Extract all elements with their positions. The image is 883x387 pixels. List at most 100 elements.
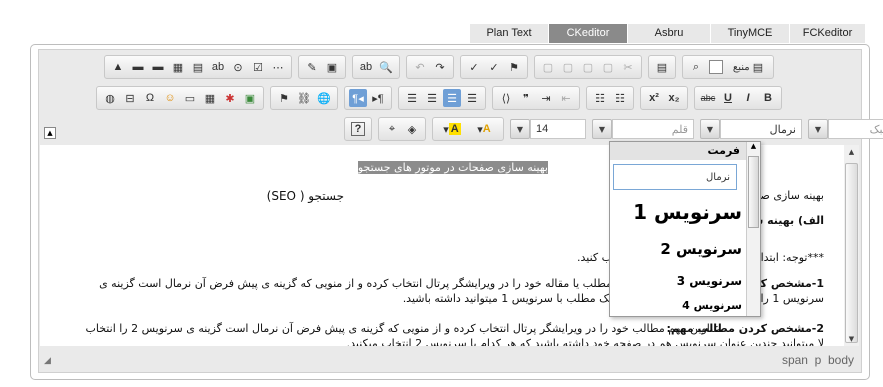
hidden-field-icon[interactable]: ⋯ <box>269 58 287 76</box>
image-icon[interactable]: ▲ <box>109 58 127 76</box>
horizontal-rule-icon[interactable]: ▬ <box>149 58 167 76</box>
show-blocks-icon[interactable]: ⌖ <box>383 120 401 138</box>
paste-word-icon[interactable]: ▢ <box>539 58 557 76</box>
toolbar-group-find: ab 🔍 <box>352 55 400 79</box>
image-insert-icon[interactable]: ▣ <box>241 89 259 107</box>
chevron-down-icon[interactable]: ▼ <box>700 119 720 139</box>
special-char-icon[interactable]: Ω <box>141 89 159 107</box>
table-icon[interactable]: ▦ <box>169 58 187 76</box>
help-label: ? <box>350 122 366 136</box>
font-size-combo[interactable]: ▼ 14 <box>510 119 586 139</box>
panel-scroll-thumb[interactable] <box>748 156 759 228</box>
copy-icon[interactable]: ▢ <box>599 58 617 76</box>
align-center-icon[interactable]: ☰ <box>443 89 461 107</box>
flash-insert-icon[interactable]: ✱ <box>221 89 239 107</box>
align-right-icon[interactable]: ☰ <box>423 89 441 107</box>
text-color-button[interactable]: ▾ A <box>437 120 467 138</box>
link-icon[interactable]: 🌐 <box>315 89 333 107</box>
toolbar-group-script: x² x₂ <box>640 86 688 110</box>
format-option-h4[interactable]: سرنویس 4 <box>682 299 742 312</box>
new-page-icon[interactable] <box>707 58 725 76</box>
tab-fckeditor[interactable]: FCKeditor <box>790 24 866 43</box>
bg-color-button[interactable]: ▾ A <box>469 120 499 138</box>
tab-ckeditor[interactable]: CKeditor <box>549 24 628 43</box>
panel-scroll-up-icon[interactable]: ▲ <box>747 142 760 150</box>
chevron-down-icon[interactable]: ▼ <box>808 119 828 139</box>
subscript-button[interactable]: x₂ <box>665 89 683 107</box>
source-button[interactable]: منبع ▤ <box>727 58 769 76</box>
unlink-icon[interactable]: ⛓ <box>295 89 313 107</box>
ltr-icon[interactable]: ▸¶ <box>369 89 387 107</box>
toolbar-group-blocks: ⟨⟩ ❞ ⇥ ⇤ <box>492 86 580 110</box>
italic-button[interactable]: I <box>739 89 757 107</box>
scayt-icon[interactable]: ⚑ <box>505 58 523 76</box>
templates-icon[interactable]: ▤ <box>653 58 671 76</box>
flash-icon[interactable]: ▬ <box>129 58 147 76</box>
tab-plan-text[interactable]: Plan Text <box>470 24 549 43</box>
align-justify-icon[interactable]: ☰ <box>403 89 421 107</box>
format-option-h3[interactable]: سرنویس 3 <box>677 274 742 288</box>
paste-text-icon[interactable]: ▢ <box>559 58 577 76</box>
iframe-icon[interactable]: ◍ <box>101 89 119 107</box>
table-insert-icon[interactable]: ▦ <box>201 89 219 107</box>
numbered-list-icon[interactable]: ☷ <box>611 89 629 107</box>
select-all-icon[interactable]: ▣ <box>323 58 341 76</box>
resize-grip-icon[interactable]: ◢ <box>44 355 51 366</box>
outdent-icon[interactable]: ⇤ <box>557 89 575 107</box>
radio-icon[interactable]: ⊙ <box>229 58 247 76</box>
spellcheck-as-you-type-icon[interactable]: ✓ <box>485 58 503 76</box>
toolbar-collapse-button[interactable]: ▲ <box>44 127 56 139</box>
selected-heading: بهینه سازی صفحات در موتور های جستجو <box>357 161 548 174</box>
form-icon[interactable]: ▤ <box>189 58 207 76</box>
redo-icon[interactable]: ↷ <box>431 58 449 76</box>
div-icon[interactable]: ⟨⟩ <box>497 89 515 107</box>
tab-asbru[interactable]: Asbru <box>628 24 711 43</box>
anchor-icon[interactable]: ⚑ <box>275 89 293 107</box>
pagebreak-icon[interactable]: ⊟ <box>121 89 139 107</box>
find-icon[interactable]: 🔍 <box>377 58 395 76</box>
blockquote-icon[interactable]: ❞ <box>517 89 535 107</box>
toolbar-group-style: abc U I B <box>694 86 782 110</box>
element-path[interactable]: span p body <box>782 353 854 367</box>
paste-icon[interactable]: ▢ <box>579 58 597 76</box>
spellcheck-icon[interactable]: ✓ <box>465 58 483 76</box>
indent-icon[interactable]: ⇥ <box>537 89 555 107</box>
bulleted-list-icon[interactable]: ☷ <box>591 89 609 107</box>
rtl-icon[interactable]: ¶◂ <box>349 89 367 107</box>
font-combo[interactable]: ▼ قلم <box>592 119 694 139</box>
editor-scrollbar[interactable]: ▲ ▼ <box>844 145 859 346</box>
style-combo[interactable]: ▼ سبک <box>808 119 883 139</box>
scroll-thumb[interactable] <box>845 163 858 343</box>
toolbar-group-view: ⌖ ◈ <box>378 117 426 141</box>
toolbar-group-history: ↶ ↷ <box>406 55 454 79</box>
align-left-icon[interactable]: ☰ <box>463 89 481 107</box>
toolbar-group-help: ? <box>344 117 372 141</box>
smiley-icon[interactable]: ☺ <box>161 89 179 107</box>
checkbox-icon[interactable]: ☑ <box>249 58 267 76</box>
underline-button[interactable]: U <box>719 89 737 107</box>
scroll-up-icon[interactable]: ▲ <box>844 145 859 159</box>
superscript-button[interactable]: x² <box>645 89 663 107</box>
undo-icon[interactable]: ↶ <box>411 58 429 76</box>
style-placeholder: سبک <box>828 119 883 139</box>
format-combo[interactable]: ▼ نرمال <box>700 119 802 139</box>
chevron-down-icon[interactable]: ▼ <box>510 119 530 139</box>
scroll-down-icon[interactable]: ▼ <box>844 332 859 346</box>
hr-icon[interactable]: ▭ <box>181 89 199 107</box>
format-option-h2[interactable]: سرنویس 2 <box>660 240 742 258</box>
format-option-normal[interactable]: نرمال <box>613 164 737 190</box>
textfield-icon[interactable]: ab <box>209 58 227 76</box>
help-button[interactable]: ? <box>349 120 367 138</box>
strike-button[interactable]: abc <box>699 89 717 107</box>
eraser-icon[interactable]: ✎ <box>303 58 321 76</box>
maximize-icon[interactable]: ◈ <box>403 120 421 138</box>
replace-icon[interactable]: ab <box>357 58 375 76</box>
chevron-down-icon[interactable]: ▼ <box>592 119 612 139</box>
format-option-h1[interactable]: سرنویس 1 <box>633 200 742 224</box>
format-panel-scrollbar[interactable]: ▲ <box>746 142 760 316</box>
tab-tinymce[interactable]: TinyMCE <box>711 24 790 43</box>
format-dropdown-panel: فرمت نرمال سرنویس 1 سرنویس 2 سرنویس 3 سر… <box>609 141 761 317</box>
cut-icon[interactable]: ✂ <box>619 58 637 76</box>
preview-icon[interactable]: ⌕ <box>687 58 705 76</box>
bold-button[interactable]: B <box>759 89 777 107</box>
